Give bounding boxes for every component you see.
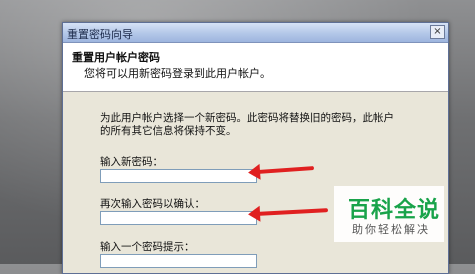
- description-text: 为此用户帐户选择一个新密码。此密码将替换旧的密码，此帐户的所有其它信息将保持不变…: [100, 112, 394, 137]
- watermark-logo: 百科全说 助你轻松解决: [334, 186, 444, 242]
- password-hint-label: 输入一个密码提示：: [100, 241, 195, 253]
- confirm-password-label: 再次输入密码以确认：: [100, 198, 205, 210]
- new-password-label: 输入新密码：: [100, 156, 163, 168]
- window-titlebar[interactable]: 重置密码向导 ×: [63, 23, 448, 43]
- header-subtitle: 您将可以用新密码登录到此用户帐户。: [84, 67, 271, 80]
- watermark-subtitle: 助你轻松解决: [352, 223, 430, 236]
- header-title: 重置用户帐户密码: [72, 51, 160, 64]
- close-button[interactable]: ×: [430, 25, 445, 39]
- close-icon: ×: [433, 26, 442, 37]
- wizard-body: 为此用户帐户选择一个新密码。此密码将替换旧的密码，此帐户的所有其它信息将保持不变…: [63, 92, 448, 273]
- confirm-password-input[interactable]: [100, 211, 257, 225]
- wizard-header: 重置用户帐户密码 您将可以用新密码登录到此用户帐户。: [63, 43, 448, 92]
- window-title: 重置密码向导: [67, 28, 133, 41]
- watermark-title: 百科全说: [348, 198, 441, 223]
- new-password-input[interactable]: [100, 169, 257, 183]
- password-hint-input[interactable]: [100, 254, 257, 268]
